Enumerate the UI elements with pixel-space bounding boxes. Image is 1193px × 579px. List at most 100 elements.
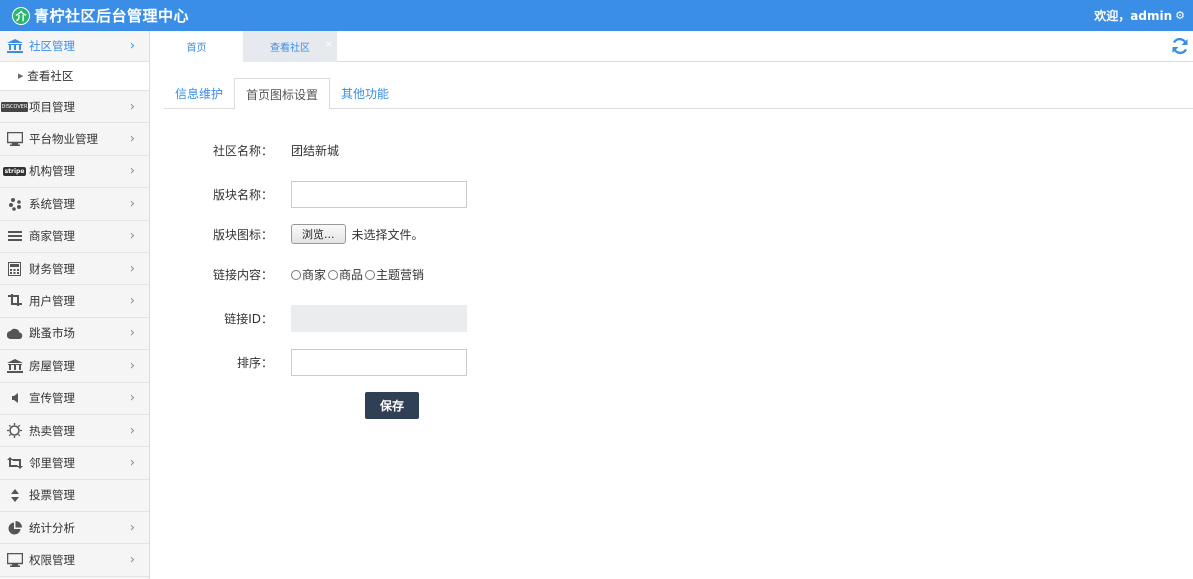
app-title: 青柠社区后台管理中心 [34,7,190,25]
sidebar-item-label: 系统管理 [29,196,75,211]
chevron-right-icon: › [129,163,135,179]
monitor-icon [6,132,23,147]
chevron-right-icon: › [129,131,135,147]
sidebar-item-flea-market[interactable]: 跳蚤市场 › [0,318,149,351]
sidebar-item-label: 权限管理 [29,553,75,568]
sidebar-item-users[interactable]: 用户管理 › [0,285,149,318]
community-name-label: 社区名称： [212,144,273,158]
page-tabbar: 首页 查看社区 × [150,31,1193,62]
sidebar-subitem-view-community[interactable]: ▶ 查看社区 [0,62,149,91]
sidebar-item-label: 用户管理 [29,294,75,309]
chevron-right-icon: › [129,99,135,115]
logo: 介 青柠社区后台管理中心 [12,5,189,26]
block-icon-row: 版块图标： 浏览... 未选择文件。 [150,224,424,244]
bank-icon [6,39,23,53]
radio-circle[interactable] [365,269,376,280]
save-button[interactable]: 保存 [365,392,419,419]
sidebar-item-neighbors[interactable]: 邻里管理 › [0,447,149,480]
tab-homepage-icon-settings[interactable]: 首页图标设置 [234,78,331,110]
tab-other-functions[interactable]: 其他功能 [330,78,400,109]
tab-home-label: 首页 [186,43,207,54]
chevron-right-icon: › [129,38,135,54]
bank-icon [6,358,23,373]
file-status: 未选择文件。 [351,227,424,242]
sidebar-item-system[interactable]: 系统管理 › [0,188,149,221]
sidebar-item-voting[interactable]: 投票管理 [0,480,149,513]
sidebar-item-label: 社区管理 [29,39,75,53]
sidebar-item-label: 财务管理 [29,261,75,276]
sidebar-subitem-label: 查看社区 [27,69,74,83]
crop-icon [6,294,23,308]
radio-merchant[interactable]: 商家 [291,266,326,283]
sort-label: 排序： [236,356,273,370]
sidebar-item-label: 平台物业管理 [29,132,98,147]
sidebar-item-property[interactable]: 平台物业管理 › [0,123,149,156]
sidebar-item-label: 投票管理 [29,488,75,503]
browse-button[interactable]: 浏览... [291,224,346,244]
sidebar-item-finance[interactable]: 财务管理 › [0,253,149,286]
sidebar-item-label: 统计分析 [29,520,75,535]
community-name-row: 社区名称： 团结新城 [150,142,339,159]
block-name-input[interactable] [291,181,467,208]
radio-merchant-label: 商家 [302,268,327,282]
block-name-row: 版块名称： [150,181,467,208]
gear-icon[interactable]: ⚙ [1175,9,1185,22]
radio-circle[interactable] [291,269,301,280]
sidebar-item-label: 商家管理 [29,229,75,244]
chevron-right-icon: › [129,228,135,244]
sidebar-item-housing[interactable]: 房屋管理 › [0,350,149,383]
chevron-right-icon: › [129,455,135,471]
sidebar-item-label: 机构管理 [29,164,75,179]
sidebar-item-label: 房屋管理 [29,358,75,373]
community-name-value: 团结新城 [291,144,340,158]
radio-circle[interactable] [328,269,339,280]
sidebar-item-institutions[interactable]: stripe 机构管理 › [0,156,149,189]
sidebar-item-promotion[interactable]: 宣传管理 › [0,383,149,415]
sort-row: 排序： [150,349,467,376]
content-tabs: 信息维护 首页图标设置 其他功能 [164,78,1193,110]
sidebar-item-permissions[interactable]: 权限管理 › [0,544,149,577]
user-menu[interactable]: 欢迎，admin ⚙ [1094,0,1185,31]
refresh-icon[interactable] [1169,35,1191,57]
sidebar-item-projects[interactable]: DISCOVER 项目管理 › [0,91,149,124]
welcome-text: 欢迎，admin [1094,9,1173,23]
sidebar-item-hot-sale[interactable]: 热卖管理 › [0,415,149,448]
volume-icon [6,391,23,405]
sidebar-item-merchants[interactable]: 商家管理 › [0,221,149,253]
chevron-right-icon: › [129,390,135,406]
main-content: 信息维护 首页图标设置 其他功能 社区名称： 团结新城 版块名称： 版块图标： … [150,62,1193,579]
chevron-right-icon: › [129,520,135,536]
link-content-label: 链接内容： [212,268,273,282]
chevron-right-icon: › [129,261,135,277]
sort-icon [6,488,23,502]
tab-view-community-label: 查看社区 [270,43,310,54]
link-id-label: 链接ID： [224,312,273,326]
pie-chart-icon [6,520,23,535]
desktop-icon [6,553,23,568]
link-content-row: 链接内容： 商家 商品 主题营销 [150,266,426,283]
chevron-right-icon: › [129,325,135,341]
chevron-right-icon: › [129,358,135,374]
retweet-icon [6,456,23,470]
sidebar-item-label: 邻里管理 [29,455,75,470]
chevron-right-icon: › [129,423,135,439]
radio-theme-marketing[interactable]: 主题营销 [365,266,424,283]
top-header: 介 青柠社区后台管理中心 欢迎，admin ⚙ [0,0,1193,31]
block-name-label: 版块名称： [212,188,273,202]
link-id-row: 链接ID： [150,305,467,332]
tab-info-maintenance[interactable]: 信息维护 [164,78,234,109]
close-icon[interactable]: × [325,39,333,50]
sidebar-item-label: 宣传管理 [29,391,75,406]
leaf-icon: 介 [12,6,30,25]
block-icon-label: 版块图标： [212,227,273,242]
sidebar: 社区管理 › ▶ 查看社区 DISCOVER 项目管理 › 平台物业管理 › s… [0,31,150,579]
radio-product[interactable]: 商品 [328,266,363,283]
sidebar-item-statistics[interactable]: 统计分析 › [0,512,149,545]
sort-input[interactable] [291,349,467,376]
sun-icon [6,423,23,439]
tab-home[interactable]: 首页 [150,31,243,62]
sidebar-item-community[interactable]: 社区管理 › [0,31,149,62]
tab-view-community[interactable]: 查看社区 × [243,31,337,62]
radio-product-label: 商品 [339,268,364,282]
chevron-right-icon: › [129,552,135,568]
